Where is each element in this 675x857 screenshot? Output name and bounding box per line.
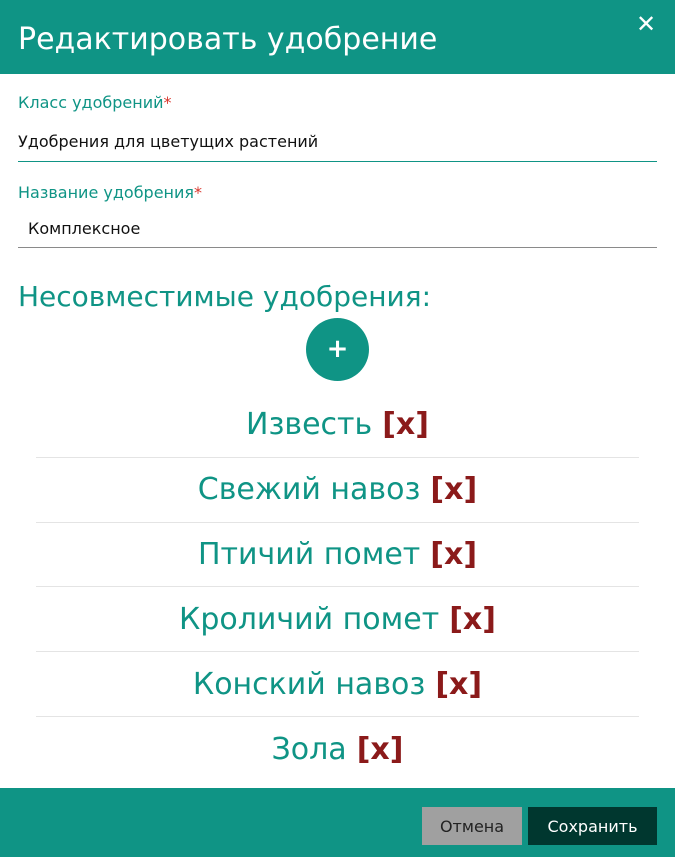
name-field-input[interactable] [28,215,657,241]
close-icon[interactable]: ✕ [630,8,662,40]
name-field-underline [18,247,657,248]
class-field-underline [18,161,657,162]
incompatible-item: Зола [x] [36,717,639,782]
incompatible-item: Свежий навоз [x] [36,458,639,523]
plus-icon: + [326,334,349,364]
incompatible-item-name: Конский навоз [192,666,426,702]
remove-item-button[interactable]: [x] [430,472,477,507]
incompatible-section-title: Несовместимые удобрения: [18,280,432,313]
remove-item-button[interactable]: [x] [430,537,477,572]
remove-item-button[interactable]: [x] [435,667,482,702]
incompatible-list: Известь [x] Свежий навоз [x] Птичий помет [x]… [36,393,639,782]
incompatible-item: Известь [x] [36,393,639,458]
incompatible-item-name: Кроличий помет [179,601,440,637]
incompatible-item: Птичий помет [x] [36,523,639,588]
name-field-label: Название удобрения* [18,183,202,203]
cancel-button[interactable]: Отмена [422,807,522,845]
name-field-label-text: Название удобрения [18,183,195,202]
save-button[interactable]: Сохранить [528,807,657,845]
required-mark: * [194,183,203,202]
class-field-label-text: Класс удобрений [18,93,164,112]
dialog-header: Редактировать удобрение ✕ [0,0,675,74]
class-field-input[interactable] [18,128,657,154]
incompatible-item: Кроличий помет [x] [36,587,639,653]
incompatible-item-name: Свежий навоз [197,472,421,508]
required-mark: * [163,93,172,112]
incompatible-item-name: Птичий помет [197,536,421,572]
incompatible-item: Конский навоз [x] [36,652,639,717]
class-field-label: Класс удобрений* [18,93,172,113]
incompatible-item-name: Зола [271,731,347,767]
remove-item-button[interactable]: [x] [449,602,496,637]
add-incompatible-button[interactable]: + [306,318,369,381]
remove-item-button[interactable]: [x] [357,732,404,767]
dialog-title: Редактировать удобрение [18,22,438,57]
remove-item-button[interactable]: [x] [382,407,429,442]
incompatible-item-name: Известь [246,407,373,443]
edit-fertilizer-dialog: Редактировать удобрение ✕ Класс удобрени… [0,0,675,857]
